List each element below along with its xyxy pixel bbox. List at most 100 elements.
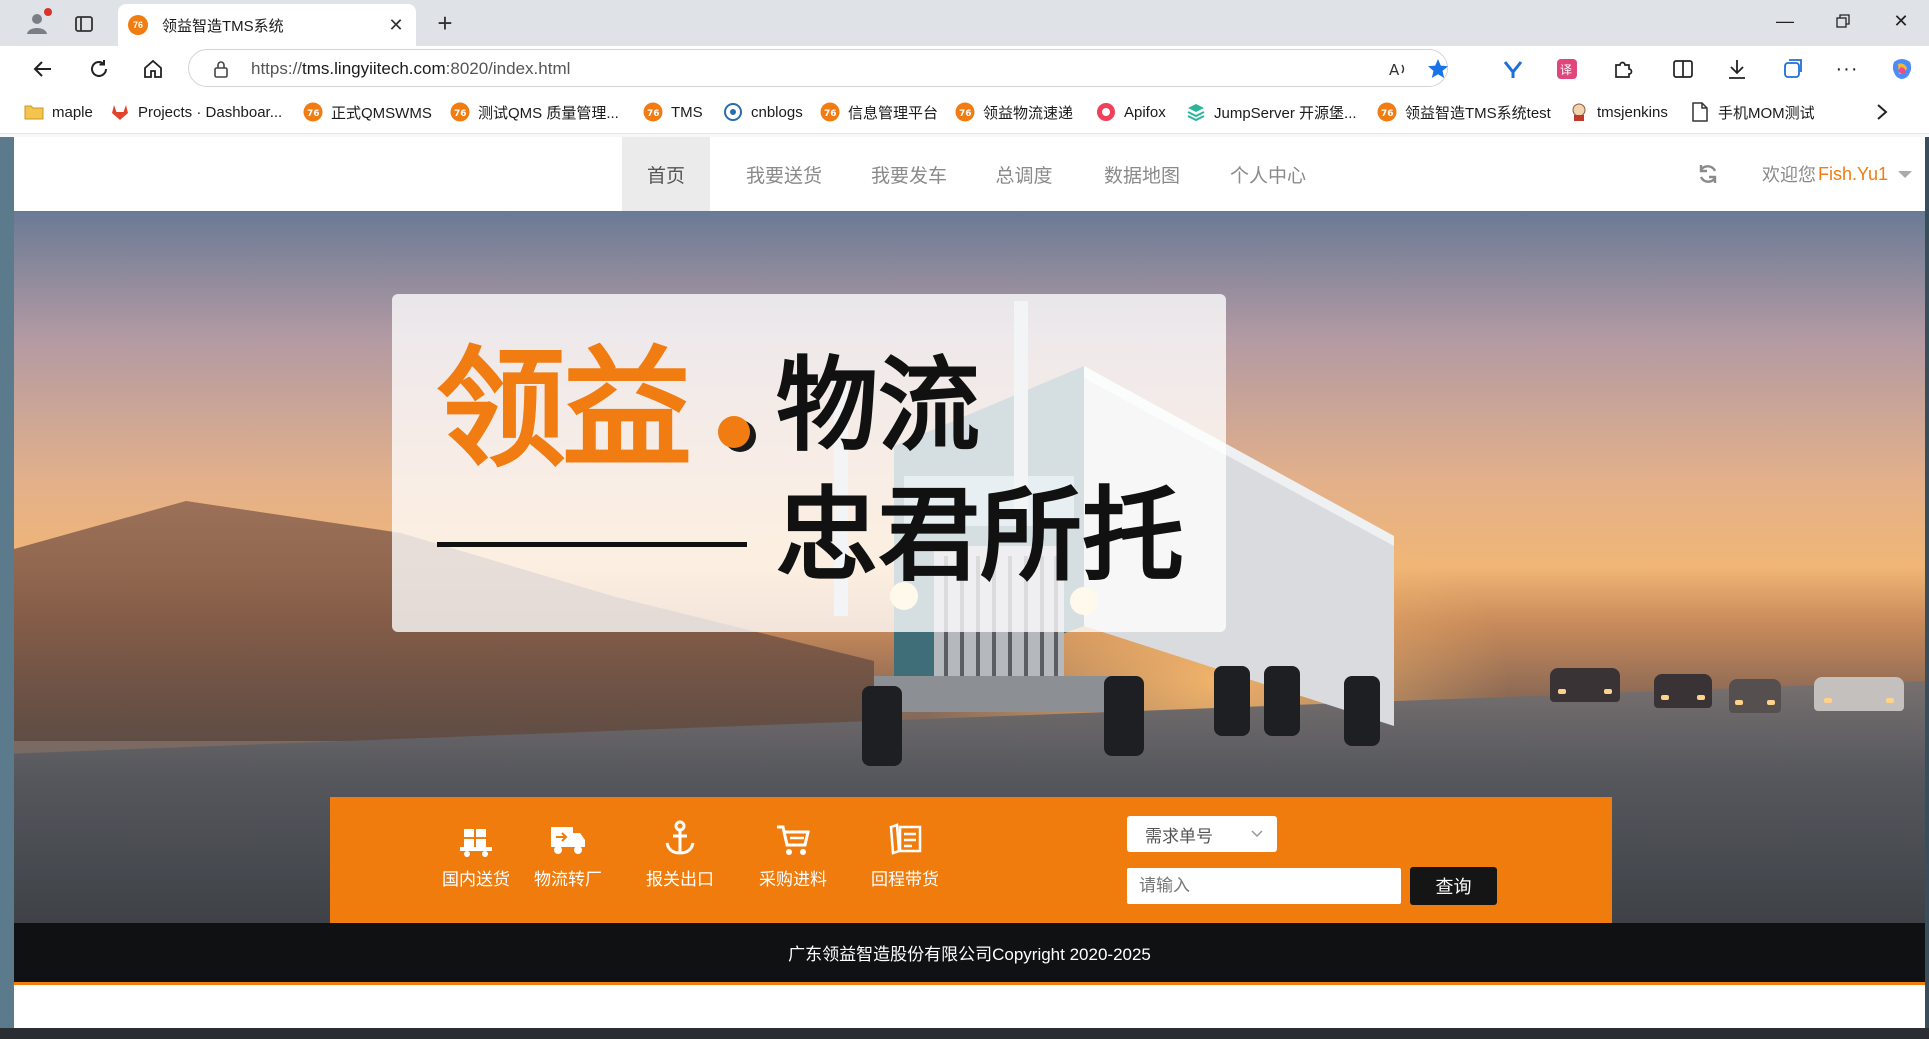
back-button[interactable] <box>26 52 60 86</box>
tab-close-icon[interactable]: ✕ <box>384 13 408 37</box>
svg-text:76: 76 <box>1381 109 1394 119</box>
bookmark-item[interactable]: maple <box>24 101 93 123</box>
translate-extension-button[interactable]: 译 <box>1550 52 1584 86</box>
tab-title: 领益智造TMS系统 <box>162 17 284 35</box>
extensions-button[interactable] <box>1606 52 1640 86</box>
bookmark-label: cnblogs <box>751 103 803 121</box>
new-tab-button[interactable]: + <box>430 8 460 38</box>
downloads-button[interactable] <box>1720 52 1754 86</box>
browser-chrome: 76 领益智造TMS系统 ✕ + — ✕ https://tms.lingyii… <box>0 0 1929 137</box>
more-menu-button[interactable]: ··· <box>1830 52 1864 86</box>
slogan-dot <box>718 416 750 448</box>
restore-icon <box>1836 14 1850 28</box>
car-image <box>1814 677 1904 711</box>
url-scheme: https:// <box>251 59 303 78</box>
split-screen-button[interactable] <box>1666 52 1700 86</box>
bookmark-item[interactable]: cnblogs <box>723 101 803 123</box>
profile-button[interactable] <box>22 8 52 38</box>
read-aloud-icon[interactable]: A <box>1385 56 1411 82</box>
user-menu[interactable]: 欢迎您 Fish.Yu1 <box>1762 161 1913 187</box>
translate-icon: 译 <box>1557 59 1577 79</box>
query-button[interactable]: 查询 <box>1410 867 1497 905</box>
copilot-icon <box>1892 59 1912 79</box>
site-info-icon[interactable] <box>211 59 231 79</box>
nav-home[interactable]: 首页 <box>622 137 710 211</box>
bookmark-item[interactable]: Projects · Dashboar... <box>110 101 282 123</box>
bookmark-label: 手机MOM测试 <box>1718 104 1815 122</box>
bookmark-item[interactable]: Apifox <box>1096 101 1166 123</box>
return-receipt-icon <box>889 823 922 855</box>
bookmark-item[interactable]: 76 正式QMSWMS <box>303 101 432 123</box>
svg-text:76: 76 <box>959 109 972 119</box>
close-window-button[interactable]: ✕ <box>1878 6 1924 36</box>
cnblogs-icon <box>723 102 743 122</box>
bookmark-item[interactable]: JumpServer 开源堡... <box>1186 101 1357 123</box>
puzzle-icon <box>1615 61 1633 78</box>
select-value: 需求单号 <box>1145 826 1213 846</box>
bookmarks-bar: maple Projects · Dashboar... 76 正式QMSWMS 76 测… <box>0 90 1929 134</box>
username: Fish.Yu1 <box>1818 163 1889 184</box>
collections-button[interactable] <box>1776 52 1810 86</box>
apifox-icon <box>1096 102 1116 122</box>
nav-dispatch-vehicle[interactable]: 我要发车 <box>849 137 969 211</box>
restore-button[interactable] <box>1820 6 1866 36</box>
reload-button[interactable] <box>82 52 116 86</box>
back-arrow-icon <box>33 61 51 77</box>
service-label: 报关出口 <box>646 870 714 889</box>
copilot-button[interactable] <box>1885 52 1919 86</box>
address-bar[interactable]: https://tms.lingyiitech.com:8020/index.h… <box>188 49 1448 87</box>
svg-text:76: 76 <box>824 109 837 119</box>
home-button[interactable] <box>136 52 170 86</box>
bookmark-label: TMS <box>671 103 703 121</box>
bookmark-item[interactable]: 手机MOM测试 <box>1690 101 1815 123</box>
truck-transfer-icon <box>551 827 585 854</box>
slogan-panel: 领益 物流 忠君所托 <box>392 294 1226 632</box>
tab-actions-button[interactable] <box>70 10 98 38</box>
svg-text:76: 76 <box>647 109 660 119</box>
bookmark-item[interactable]: 76 领益物流速递 <box>955 101 1073 123</box>
chevron-down-icon <box>1898 170 1913 178</box>
service-return-cargo[interactable]: 回程带货 <box>855 819 955 909</box>
extension-y-icon <box>1503 61 1523 78</box>
bookmark-item[interactable]: 76 测试QMS 质量管理... <box>450 101 619 123</box>
more-dots-icon: ··· <box>1835 57 1859 80</box>
svg-text:A: A <box>1389 61 1400 79</box>
favorite-star-icon[interactable] <box>1425 56 1451 82</box>
active-tab[interactable]: 76 领益智造TMS系统 ✕ <box>118 4 416 46</box>
service-label: 回程带货 <box>871 870 939 889</box>
anchor-icon <box>665 820 695 855</box>
bookmark-label: 信息管理平台 <box>848 104 939 122</box>
site-76-icon: 76 <box>1377 102 1397 122</box>
taskbar-edge <box>0 1028 1929 1039</box>
bookmark-item[interactable]: 76 信息管理平台 <box>820 101 938 123</box>
shopping-cart-icon <box>777 825 810 855</box>
bookmark-item[interactable]: tmsjenkins <box>1569 101 1668 123</box>
slogan-logistics: 物流 <box>776 347 980 466</box>
service-customs-export[interactable]: 报关出口 <box>630 819 730 909</box>
service-bar: 国内送货 物流转厂 报关出口 采购进料 回程带货 需求单号 请输入 查询 <box>330 797 1612 923</box>
forklift-box-icon <box>460 829 492 857</box>
refresh-icon[interactable] <box>1695 161 1721 187</box>
service-factory-transfer[interactable]: 物流转厂 <box>518 819 618 909</box>
query-input[interactable] <box>1127 868 1401 904</box>
nav-deliver-goods[interactable]: 我要送货 <box>724 137 844 211</box>
nav-master-dispatch[interactable]: 总调度 <box>974 137 1074 211</box>
service-domestic-delivery[interactable]: 国内送货 <box>426 819 526 909</box>
bookmark-label: Apifox <box>1124 103 1166 121</box>
nav-personal-center[interactable]: 个人中心 <box>1206 137 1330 211</box>
bookmark-label: 领益智造TMS系统test <box>1405 104 1551 122</box>
minimize-button[interactable]: — <box>1762 6 1808 36</box>
bookmark-item[interactable]: 76 TMS <box>643 101 703 123</box>
url-text[interactable]: https://tms.lingyiitech.com:8020/index.h… <box>251 59 570 79</box>
svg-text:76: 76 <box>454 109 467 119</box>
extension-y-button[interactable] <box>1496 52 1530 86</box>
bookmark-label: JumpServer 开源堡... <box>1214 104 1357 122</box>
service-purchase-inbound[interactable]: 采购进料 <box>743 819 843 909</box>
bookmarks-overflow-chevron-icon[interactable] <box>1876 101 1888 123</box>
bookmark-item[interactable]: 76 领益智造TMS系统test <box>1377 101 1551 123</box>
service-label: 国内送货 <box>442 870 510 889</box>
search-type-select[interactable]: 需求单号 <box>1127 816 1277 852</box>
reload-icon <box>91 60 107 77</box>
bookmark-label: Projects · Dashboar... <box>138 103 283 121</box>
nav-data-map[interactable]: 数据地图 <box>1082 137 1202 211</box>
